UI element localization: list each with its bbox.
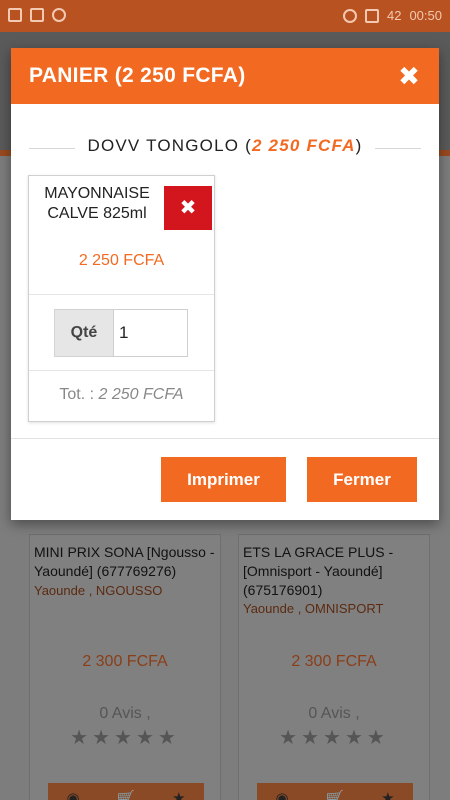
quantity-group: Qté [54,309,188,357]
shop-total: 2 250 FCFA [251,136,356,155]
divider [29,294,214,295]
cart-modal: PANIER (2 250 FCFA) ✖ DOVV TONGOLO (2 25… [11,48,439,520]
shop-card-reviews: 0 Avis , [308,705,360,722]
item-total: Tot. : 2 250 FCFA [29,386,214,404]
photo-icon [8,8,22,22]
shop-name: DOVV TONGOLO [87,136,240,155]
quantity-input[interactable] [113,309,188,357]
modal-title: PANIER (2 250 FCFA) [29,64,246,87]
close-button[interactable]: Fermer [307,457,417,502]
shop-card-location: Yaounde , NGOUSSO [34,583,163,598]
close-icon: ✖ [179,197,197,219]
star-icon: ★ [172,790,186,800]
cart-item: MAYONNAISE CALVE 825ml ✖ 2 250 FCFA Qté … [28,175,215,422]
cart-icon: 🛒 [116,790,136,800]
close-icon[interactable]: ✖ [395,62,423,90]
shop-card-actions: ◉ 🛒 ★ [257,783,413,800]
modal-header: PANIER (2 250 FCFA) ✖ [11,48,439,104]
alarm-icon [342,8,357,23]
divider [29,370,214,371]
shop-heading: DOVV TONGOLO (2 250 FCFA) [29,136,421,160]
shop-card-title: ETS LA GRACE PLUS - [Omnisport - Yaoundé… [243,544,394,598]
item-price: 2 250 FCFA [78,252,165,269]
image-icon [30,8,44,22]
notification-icon [52,8,66,22]
signal-icon [364,8,379,23]
clock: 00:50 [409,8,442,23]
print-button[interactable]: Imprimer [161,457,286,502]
shop-card-title: MINI PRIX SONA [Ngousso - Yaoundé] (6777… [34,544,215,579]
shop-card-actions: ◉ 🛒 ★ [48,783,204,800]
star-icon: ★ [381,790,395,800]
item-total-value: 2 250 FCFA [98,386,184,403]
shop-card-price: 2 300 FCFA [291,653,377,670]
shop-card-reviews: 0 Avis , [99,705,151,722]
divider [11,438,439,439]
quantity-label: Qté [54,309,113,357]
shop-card-location: Yaounde , OMNISPORT [243,601,384,616]
globe-icon: ◉ [275,790,289,800]
remove-item-button[interactable]: ✖ [164,186,212,230]
rating-stars: ★★★★★ [279,727,389,749]
item-total-label: Tot. : [59,386,95,403]
shop-card: MINI PRIX SONA [Ngousso - Yaoundé] (6777… [29,534,221,800]
shop-card-price: 2 300 FCFA [82,653,168,670]
status-bar: 42 00:50 [0,0,450,32]
divider [375,148,421,149]
cart-icon: 🛒 [325,790,345,800]
rating-stars: ★★★★★ [70,727,180,749]
shop-card: ETS LA GRACE PLUS - [Omnisport - Yaoundé… [238,534,430,800]
globe-icon: ◉ [66,790,80,800]
battery-level: 42 [386,8,402,23]
item-name: MAYONNAISE CALVE 825ml [44,185,150,222]
